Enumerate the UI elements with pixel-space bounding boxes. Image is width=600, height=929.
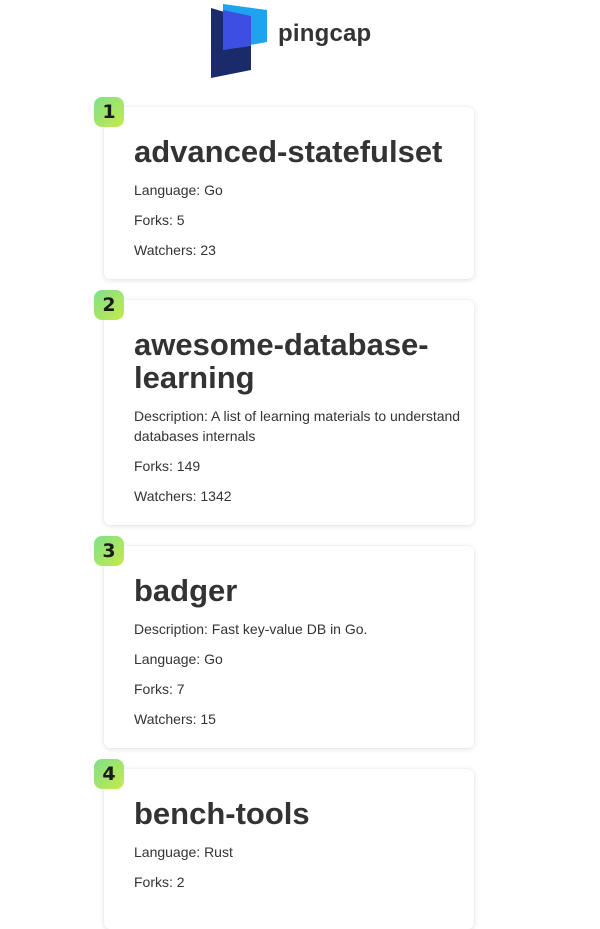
repo-title[interactable]: badger — [134, 574, 462, 607]
rank-badge: 3 — [94, 536, 124, 566]
repo-title[interactable]: advanced-statefulset — [134, 135, 462, 168]
repo-description: Description: Fast key-value DB in Go. — [134, 621, 368, 637]
rank-badge: 2 — [94, 290, 124, 320]
repo-forks: Forks: 149 — [134, 458, 201, 474]
repo-watchers: Watchers: 15 — [134, 711, 216, 727]
repo-card-bench-tools[interactable]: 4 bench-tools Language: Rust Forks: 2 — [94, 759, 474, 929]
repo-title[interactable]: bench-tools — [134, 797, 462, 830]
repo-title[interactable]: awesome-database-learning — [134, 328, 462, 394]
repo-card-advanced-statefulset[interactable]: 1 advanced-statefulset Language: Go Fork… — [94, 97, 474, 279]
repo-language: Language: Go — [134, 651, 223, 667]
repo-forks: Forks: 5 — [134, 212, 185, 228]
repo-forks: Forks: 2 — [134, 874, 185, 890]
rank-badge: 4 — [94, 759, 124, 789]
repo-description: Description: A list of learning material… — [134, 408, 461, 444]
repo-language: Language: Go — [134, 182, 223, 198]
repo-card-awesome-database-learning[interactable]: 2 awesome-database-learning Description:… — [94, 290, 474, 525]
repo-list: 1 advanced-statefulset Language: Go Fork… — [0, 0, 600, 929]
repo-card-badger[interactable]: 3 badger Description: Fast key-value DB … — [94, 536, 474, 748]
rank-badge: 1 — [94, 97, 124, 127]
repo-forks: Forks: 7 — [134, 681, 185, 697]
repo-watchers: Watchers: 1342 — [134, 488, 232, 504]
repo-language: Language: Rust — [134, 844, 233, 860]
repo-watchers: Watchers: 23 — [134, 242, 216, 258]
